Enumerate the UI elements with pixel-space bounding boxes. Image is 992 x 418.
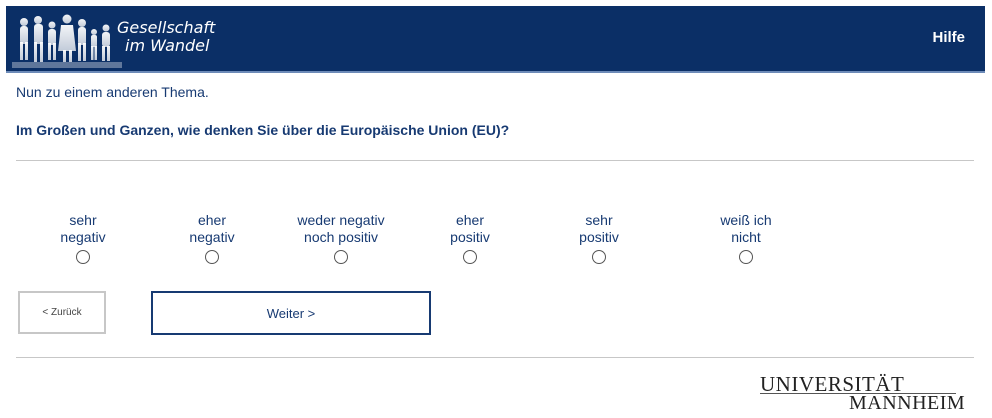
option-sehr-negativ[interactable]: sehr negativ (23, 212, 143, 264)
option-label-line-1: sehr (585, 212, 613, 228)
header-bar: Gesellschaft im Wandel Hilfe (6, 6, 985, 73)
radio-weder-negativ-noch-positiv[interactable] (334, 250, 348, 264)
divider-bottom (16, 357, 974, 358)
people-silhouette-icon (12, 14, 122, 68)
logo-line-1: Gesellschaft (117, 18, 216, 37)
option-label: eher positiv (410, 212, 530, 246)
option-label-line-1: weder negativ (297, 212, 385, 228)
option-label: sehr positiv (539, 212, 659, 246)
option-eher-negativ[interactable]: eher negativ (152, 212, 272, 264)
option-label-line-2: negativ (189, 229, 235, 245)
radio-weiss-ich-nicht[interactable] (739, 250, 753, 264)
divider-top (16, 160, 974, 161)
university-logo-line-2: MANNHEIM (849, 392, 966, 414)
next-button[interactable]: Weiter > (151, 291, 431, 335)
radio-sehr-positiv[interactable] (592, 250, 606, 264)
option-label-line-1: sehr (69, 212, 97, 228)
radio-eher-negativ[interactable] (205, 250, 219, 264)
radio-eher-positiv[interactable] (463, 250, 477, 264)
option-weder-negativ-noch-positiv[interactable]: weder negativ noch positiv (281, 212, 401, 264)
university-logo: UNIVERSITÄT MANNHEIM (757, 372, 966, 414)
option-label-line-2: positiv (579, 229, 619, 245)
option-label-line-1: eher (197, 212, 227, 228)
option-label: weiß ich nicht (686, 212, 806, 246)
option-label-line-2: nicht (731, 229, 761, 245)
option-label-line-2: negativ (60, 229, 106, 245)
option-label-line-1: weiß ich (720, 212, 772, 228)
option-label-line-2: positiv (450, 229, 490, 245)
logo: Gesellschaft im Wandel (6, 6, 251, 71)
option-sehr-positiv[interactable]: sehr positiv (539, 212, 659, 264)
intro-text: Nun zu einem anderen Thema. (16, 84, 209, 100)
logo-wordmark: Gesellschaft im Wandel (117, 19, 215, 55)
option-label-line-1: eher (455, 212, 485, 228)
question-text: Im Großen und Ganzen, wie denken Sie übe… (16, 122, 510, 138)
option-label-line-2: noch positiv (304, 229, 378, 245)
logo-line-2: im Wandel (125, 36, 210, 55)
radio-sehr-negativ[interactable] (76, 250, 90, 264)
option-eher-positiv[interactable]: eher positiv (410, 212, 530, 264)
option-label: eher negativ (152, 212, 272, 246)
option-label: weder negativ noch positiv (281, 212, 401, 246)
option-weiss-ich-nicht[interactable]: weiß ich nicht (686, 212, 806, 264)
help-link[interactable]: Hilfe (932, 29, 965, 46)
back-button[interactable]: < Zurück (18, 291, 106, 334)
option-label: sehr negativ (23, 212, 143, 246)
